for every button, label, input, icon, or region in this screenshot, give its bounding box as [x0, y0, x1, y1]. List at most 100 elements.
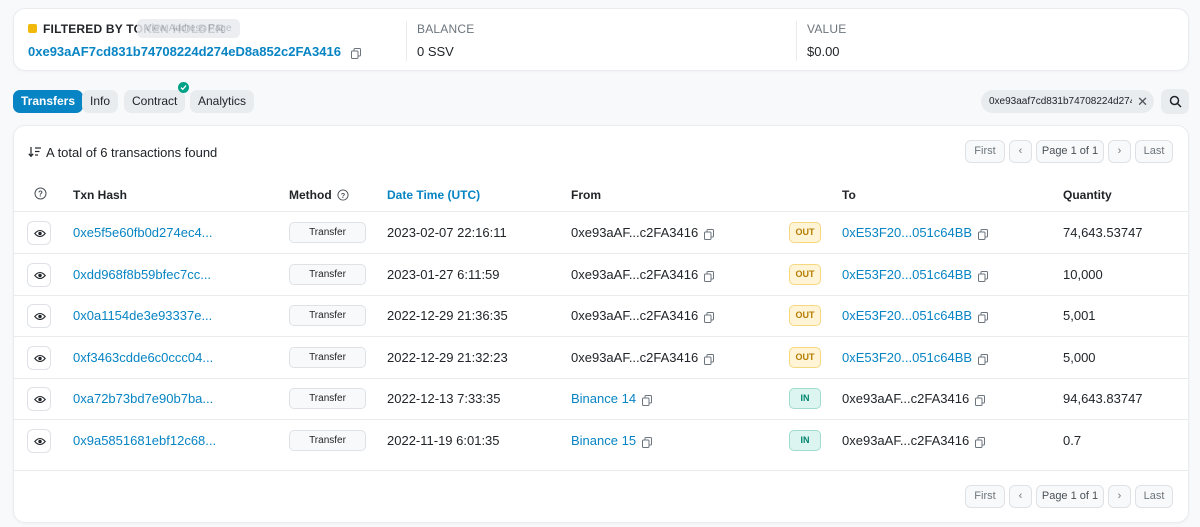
from-address[interactable]: Binance 15 — [571, 433, 636, 448]
next-page-button[interactable]: › — [1108, 140, 1131, 163]
first-page-button[interactable]: First — [965, 485, 1005, 508]
quantity: 0.7 — [1063, 432, 1082, 448]
tab-transfers[interactable]: Transfers — [13, 90, 84, 113]
to-address-cell: 0xE53F20...051c64BB — [842, 350, 989, 365]
copy-icon[interactable] — [978, 311, 989, 324]
to-address[interactable]: 0xE53F20...051c64BB — [842, 225, 972, 240]
divider — [406, 21, 407, 61]
to-address[interactable]: 0xE53F20...051c64BB — [842, 350, 972, 365]
quantity: 5,001 — [1063, 308, 1096, 323]
search-icon — [1169, 95, 1182, 108]
quantity: 94,643.83747 — [1063, 391, 1143, 406]
copy-icon[interactable] — [975, 394, 986, 407]
copy-icon[interactable] — [704, 311, 715, 324]
balance-label: BALANCE — [417, 22, 475, 36]
tab-contract[interactable]: Contract — [124, 90, 186, 113]
page-indicator: Page 1 of 1 — [1036, 485, 1104, 508]
copy-icon[interactable] — [704, 228, 715, 241]
preview-button[interactable] — [27, 387, 51, 411]
prev-page-button[interactable]: ‹ — [1009, 485, 1032, 508]
transactions-card: A total of 6 transactions found First ‹ … — [13, 125, 1189, 523]
last-page-button[interactable]: Last — [1135, 140, 1173, 163]
first-page-button[interactable]: First — [965, 140, 1005, 163]
direction-badge: OUT — [789, 305, 821, 326]
txn-hash-link[interactable]: 0xe5f5e60fb0d274ec4... — [73, 225, 213, 240]
method-badge: Transfer — [289, 388, 366, 409]
from-address[interactable]: 0xe93aAF...c2FA3416 — [571, 225, 698, 240]
info-icon: ? — [337, 189, 349, 201]
copy-icon[interactable] — [978, 228, 989, 241]
method-badge: Transfer — [289, 222, 366, 243]
value-amount: $0.00 — [807, 44, 840, 59]
view-address-tooltip: View Address Page — [137, 19, 240, 38]
to-address[interactable]: 0xE53F20...051c64BB — [842, 308, 972, 323]
copy-icon[interactable] — [642, 436, 653, 448]
value-column: VALUE $0.00 — [807, 22, 846, 59]
tab-analytics[interactable]: Analytics — [190, 90, 255, 113]
to-address[interactable]: 0xe93aAF...c2FA3416 — [842, 433, 969, 448]
method-badge: Transfer — [289, 429, 366, 451]
info-icon[interactable]: ? — [34, 187, 47, 203]
copy-icon[interactable] — [978, 353, 989, 365]
next-page-button[interactable]: › — [1108, 485, 1131, 508]
method-badge: Transfer — [289, 305, 366, 326]
quantity: 5,000 — [1063, 349, 1096, 365]
quantity: 10,000 — [1063, 266, 1103, 282]
search-button[interactable] — [1161, 89, 1189, 114]
column-header-txn-hash: Txn Hash — [73, 188, 128, 202]
txn-hash-link[interactable]: 0xf3463cdde6c0ccc04... — [73, 350, 213, 365]
tab-info[interactable]: Info — [82, 90, 119, 113]
method-header-label: Method — [289, 188, 332, 202]
copy-icon[interactable] — [704, 353, 715, 365]
copy-icon[interactable] — [642, 394, 653, 407]
to-address-cell: 0xE53F20...051c64BB — [842, 267, 989, 282]
to-address-cell: 0xE53F20...051c64BB — [842, 225, 989, 241]
table-row: 0x9a5851681ebf12c68... Transfer 2022-11-19… — [14, 420, 1188, 461]
copy-icon[interactable] — [978, 270, 989, 282]
txn-hash-link[interactable]: 0xa72b73bd7e90b7ba... — [73, 391, 213, 406]
txn-date: 2022-12-29 21:36:35 — [387, 308, 508, 323]
pagination-top: First ‹ Page 1 of 1 › Last — [965, 140, 1177, 163]
holder-address-link[interactable]: 0xe93aAF7cd831b74708224d274eD8a852c2FA34… — [28, 44, 341, 59]
to-address[interactable]: 0xE53F20...051c64BB — [842, 267, 972, 282]
preview-button[interactable] — [27, 221, 51, 245]
pagination-bottom: First ‹ Page 1 of 1 › Last — [965, 485, 1177, 508]
txn-hash-link[interactable]: 0x9a5851681ebf12c68... — [73, 433, 216, 448]
from-address-cell: 0xe93aAF...c2FA3416 — [571, 350, 715, 365]
sort-icon[interactable] — [28, 146, 42, 161]
column-header-method: Method ? — [289, 188, 349, 202]
to-address[interactable]: 0xe93aAF...c2FA3416 — [842, 391, 969, 406]
preview-button[interactable] — [27, 428, 51, 453]
from-address-cell: Binance 15 — [571, 433, 653, 448]
txn-hash-link[interactable]: 0xdd968f8b59bfec7cc... — [73, 267, 211, 282]
direction-badge: OUT — [789, 263, 821, 285]
copy-icon[interactable] — [350, 47, 361, 60]
close-icon[interactable]: ✕ — [1137, 90, 1148, 113]
from-address[interactable]: 0xe93aAF...c2FA3416 — [571, 267, 698, 282]
transactions-summary: A total of 6 transactions found — [28, 145, 217, 161]
direction-badge: OUT — [789, 346, 821, 368]
preview-button[interactable] — [27, 304, 51, 328]
svg-text:?: ? — [341, 191, 346, 200]
txn-date: 2022-11-19 6:01:35 — [387, 432, 500, 448]
token-holder-summary-card: FILTERED BY TOKEN HOLDER 0xe93aAF7cd831b… — [13, 8, 1189, 71]
from-address[interactable]: Binance 14 — [571, 391, 636, 406]
table-row: 0x0a1154de3e93337e... Transfer 2022-12-29 … — [14, 295, 1188, 336]
balance-column: BALANCE 0 SSV — [417, 22, 474, 59]
from-address[interactable]: 0xe93aAF...c2FA3416 — [571, 308, 698, 323]
table-row: 0xf3463cdde6c0ccc04... Transfer 2022-12-29… — [14, 337, 1188, 378]
copy-icon[interactable] — [704, 270, 715, 282]
prev-page-button[interactable]: ‹ — [1009, 140, 1032, 163]
txn-hash-link[interactable]: 0x0a1154de3e93337e... — [73, 308, 212, 323]
table-bottom-divider — [14, 470, 1188, 471]
copy-icon[interactable] — [975, 436, 986, 448]
quantity: 74,643.53747 — [1063, 225, 1143, 240]
method-badge: Transfer — [289, 263, 366, 285]
active-address-filter: 0xe93aaf7cd831b74708224d274ed8a852c2fa34… — [981, 90, 1154, 113]
preview-button[interactable] — [27, 262, 51, 287]
column-header-to: To — [842, 188, 856, 202]
from-address[interactable]: 0xe93aAF...c2FA3416 — [571, 350, 698, 365]
column-header-date-time[interactable]: Date Time (UTC) — [387, 188, 480, 202]
last-page-button[interactable]: Last — [1135, 485, 1173, 508]
preview-button[interactable] — [27, 345, 51, 370]
